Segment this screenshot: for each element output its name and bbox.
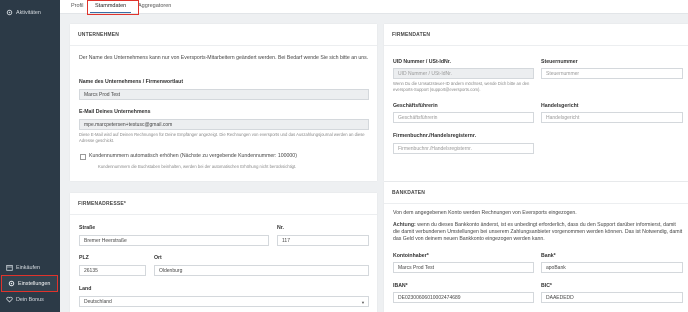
hg-placeholder: Handelsgericht xyxy=(546,114,580,121)
main-content: Profil Stammdaten Aggregatoren UNTERNEHM… xyxy=(60,0,688,312)
checkbox-hint: Kundennummern die Buchstaben beinhalten,… xyxy=(98,164,297,169)
iban-input[interactable]: DE02300606010002474689 xyxy=(393,292,534,303)
achtung-text: wenn du dieses Bankkonto änderst, ist es… xyxy=(393,222,683,242)
checkbox-label: Kundennummern automatisch erhöhen (Nächs… xyxy=(89,153,297,159)
iban-label: IBAN* xyxy=(393,283,408,289)
steuernummer-input[interactable]: Steuernummer xyxy=(541,68,683,79)
company-email-value: mpe.marcpetersen+testusc@gmail.com xyxy=(84,121,173,128)
kontoinhaber-input[interactable]: Marcs Prod Test xyxy=(393,262,534,273)
tab-profil[interactable]: Profil xyxy=(71,3,84,9)
strasse-input[interactable]: Bremer Heerstraße xyxy=(79,235,269,246)
ort-input[interactable]: Oldenburg xyxy=(154,265,369,276)
sidebar-item-aktivitaeten[interactable]: Aktivitäten xyxy=(0,5,60,20)
nr-label: Nr. xyxy=(277,225,284,231)
sidebar-item-label: Einstellungen xyxy=(18,280,51,287)
firmenbuch-input[interactable]: Firmenbuchnr./Handelsregisternr. xyxy=(393,143,534,154)
land-value: Deutschland xyxy=(84,298,112,305)
card-title: FIRMENDATEN xyxy=(392,32,431,38)
bic-value: DAAEDEDD xyxy=(546,294,574,301)
nr-input[interactable]: 117 xyxy=(277,235,369,246)
chevron-down-icon: ▼ xyxy=(361,300,365,305)
plz-input[interactable]: 26135 xyxy=(79,265,146,276)
sidebar-item-label: Dein Bonus xyxy=(16,296,44,303)
uid-input: UID Nummer / USt-IdNr. xyxy=(393,68,534,79)
company-email-field: mpe.marcpetersen+testusc@gmail.com xyxy=(79,119,369,130)
uid-label: UID Nummer / USt-IdNr. xyxy=(393,59,451,65)
divider xyxy=(384,203,688,204)
card-firmendaten: FIRMENDATEN UID Nummer / USt-IdNr. UID N… xyxy=(384,24,688,181)
bank-intro: Von dem angegebenen Konto werden Rechnun… xyxy=(393,210,577,216)
land-select[interactable]: Deutschland ▼ xyxy=(79,296,369,307)
kontoinhaber-value: Marcs Prod Test xyxy=(398,264,435,271)
plz-value: 26135 xyxy=(84,267,98,274)
bic-input[interactable]: DAAEDEDD xyxy=(541,292,683,303)
email-hint: Diese E-Mail wird auf Deinen Rechnungen … xyxy=(79,132,365,143)
card-title: FIRMENADRESSE* xyxy=(78,201,127,207)
handelsgericht-input[interactable]: Handelsgericht xyxy=(541,112,683,123)
strasse-label: Straße xyxy=(79,225,96,231)
heart-icon xyxy=(5,296,13,304)
ort-label: Ort xyxy=(154,255,162,261)
bank-value: apoBank xyxy=(546,264,566,271)
bank-label: Bank* xyxy=(541,253,556,259)
sidebar-item-einstellungen[interactable]: Einstellungen xyxy=(1,275,58,292)
gear-icon xyxy=(5,9,13,17)
land-label: Land xyxy=(79,286,92,292)
hg-label: Handelsgericht xyxy=(541,103,579,109)
ort-value: Oldenburg xyxy=(159,267,183,274)
calendar-icon xyxy=(5,264,13,272)
uid-hint: Wenn Du die Umsatzsteuer-ID ändern möcht… xyxy=(393,81,530,92)
sidebar-item-dein-bonus[interactable]: Dein Bonus xyxy=(0,292,60,307)
iban-value: DE02300606010002474689 xyxy=(398,294,461,301)
achtung-label: Achtung: xyxy=(393,222,416,228)
divider xyxy=(70,214,377,215)
strasse-value: Bremer Heerstraße xyxy=(84,237,127,244)
card-firmenadresse: FIRMENADRESSE* Straße Bremer Heerstraße … xyxy=(70,193,377,312)
uid-placeholder: UID Nummer / USt-IdNr. xyxy=(398,70,452,77)
card-title: BANKDATEN xyxy=(392,190,426,196)
geschaeftsfuehrerin-input[interactable]: Geschäftsführerin xyxy=(393,112,534,123)
sidebar-item-label: Aktivitäten xyxy=(16,9,41,16)
steuernummer-label: Steuernummer xyxy=(541,59,578,65)
tab-aggregatoren[interactable]: Aggregatoren xyxy=(138,3,171,9)
gear-icon xyxy=(7,280,15,288)
sidebar-item-label: Einkäufen xyxy=(16,264,40,271)
fb-placeholder: Firmenbuchnr./Handelsregisternr. xyxy=(398,145,472,152)
company-name-field: Marcs Prod Test xyxy=(79,89,369,100)
fb-label: Firmenbuchnr./Handelsregisternr. xyxy=(393,133,477,139)
card-unternehmen: UNTERNEHMEN Der Name des Unternehmens ka… xyxy=(70,24,377,181)
gf-label: Geschäftsführerin xyxy=(393,103,438,109)
gf-placeholder: Geschäftsführerin xyxy=(398,114,438,121)
divider xyxy=(70,45,377,46)
tab-bar: Profil Stammdaten Aggregatoren xyxy=(60,0,688,15)
divider xyxy=(384,45,688,46)
steuernummer-placeholder: Steuernummer xyxy=(546,70,580,77)
plz-label: PLZ xyxy=(79,255,89,261)
bank-input[interactable]: apoBank xyxy=(541,262,683,273)
auto-increment-checkbox[interactable] xyxy=(80,154,86,160)
bank-achtung: Achtung: wenn du dieses Bankkonto änders… xyxy=(393,222,683,243)
card-title: UNTERNEHMEN xyxy=(78,32,120,38)
bic-label: BIC* xyxy=(541,283,552,289)
nr-value: 117 xyxy=(282,237,290,244)
name-label: Name des Unternehmens / Firmenwortlaut xyxy=(79,79,184,85)
sidebar: Aktivitäten Einkäufen Einstellungen Dein… xyxy=(0,0,60,312)
unternehmen-intro: Der Name des Unternehmens kann nur von E… xyxy=(79,55,369,61)
active-tab-highlight xyxy=(87,0,139,15)
sidebar-item-einkaeufen[interactable]: Einkäufen xyxy=(0,260,60,275)
email-label: E-Mail Deines Unternehmens xyxy=(79,109,151,115)
company-name-value: Marcs Prod Test xyxy=(84,91,121,98)
kontoinhaber-label: Kontoinhaber* xyxy=(393,253,429,259)
card-bankdaten: BANKDATEN Von dem angegebenen Konto werd… xyxy=(384,182,688,312)
